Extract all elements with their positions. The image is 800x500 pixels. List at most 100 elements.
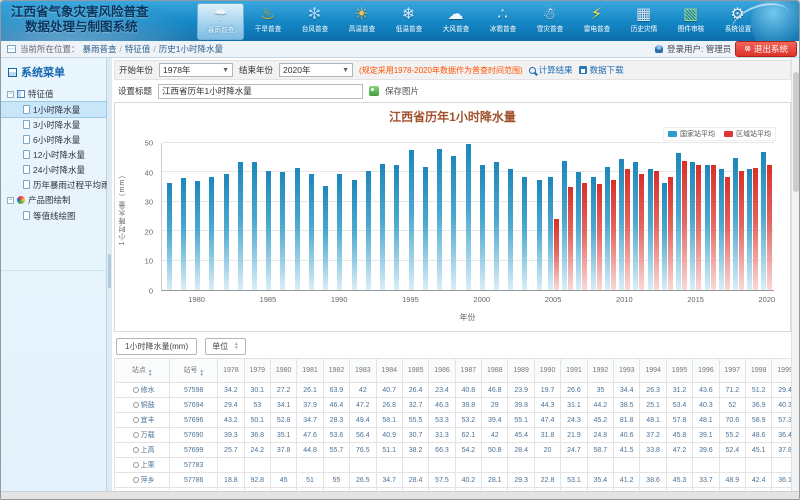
calculate-button[interactable]: 计算结果: [529, 64, 573, 76]
sidebar-item-24h-precipitation[interactable]: 24小时降水量: [1, 162, 106, 177]
bar-group-2015[interactable]: [689, 143, 703, 290]
bar-group-2012[interactable]: [646, 143, 660, 290]
bar-group-1985[interactable]: [262, 143, 276, 290]
bar-group-1986[interactable]: [276, 143, 290, 290]
bar-group-2018[interactable]: [731, 143, 745, 290]
chart-title-input[interactable]: [158, 84, 363, 99]
column-header-year-1983[interactable]: 1983: [350, 359, 376, 383]
bar-group-1992[interactable]: [361, 143, 375, 290]
sidebar-item-1h-precipitation[interactable]: 1小时降水量: [1, 102, 106, 117]
tree-expander-icon[interactable]: −: [7, 91, 14, 98]
download-button[interactable]: 数据下载: [579, 64, 624, 76]
bar-group-2011[interactable]: [632, 143, 646, 290]
column-header-year-1996[interactable]: 1996: [693, 359, 719, 383]
column-header-year-1997[interactable]: 1997: [719, 359, 745, 383]
bar-group-1989[interactable]: [319, 143, 333, 290]
column-header-year-1989[interactable]: 1989: [508, 359, 534, 383]
column-header-year-1991[interactable]: 1991: [561, 359, 587, 383]
column-header-year-1988[interactable]: 1988: [482, 359, 508, 383]
column-header-year-1978[interactable]: 1978: [218, 359, 244, 383]
end-year-select[interactable]: 2020年 ▼: [279, 63, 353, 77]
toolbar-item-low-temp[interactable]: ❄低温普查: [385, 3, 432, 40]
bar-group-1984[interactable]: [247, 143, 261, 290]
table-row-57786[interactable]: 萍乡5778618.892.845515526.534.728.457.540.…: [115, 473, 794, 488]
bar-group-2007[interactable]: [575, 143, 589, 290]
legend-item[interactable]: 国家站平均: [668, 129, 715, 139]
station-radio[interactable]: [133, 387, 139, 393]
bar-group-2002[interactable]: [504, 143, 518, 290]
bar-group-2010[interactable]: [618, 143, 632, 290]
bar-group-1980[interactable]: [190, 143, 204, 290]
toolbar-item-lightning[interactable]: ⚡雷电普查: [573, 3, 620, 40]
bar-group-2001[interactable]: [489, 143, 503, 290]
toolbar-item-high-temp[interactable]: ☀高温普查: [338, 3, 385, 40]
table-row-57694[interactable]: 铜鼓5769429.45334.137.946.447.226.832.746.…: [115, 398, 794, 413]
bar-group-2016[interactable]: [703, 143, 717, 290]
vertical-scrollbar[interactable]: [791, 58, 799, 491]
column-header-year-1992[interactable]: 1992: [587, 359, 613, 383]
logout-button[interactable]: ⊗ 退出系统: [735, 41, 797, 57]
bar-group-2006[interactable]: [561, 143, 575, 290]
sidebar-item-process-average[interactable]: 历年暴雨过程平均雨量: [1, 177, 106, 192]
bar-group-2019[interactable]: [746, 143, 760, 290]
tree-expander-icon[interactable]: −: [7, 197, 14, 204]
column-header-year-1984[interactable]: 1984: [376, 359, 402, 383]
breadcrumb-segment[interactable]: 特征值: [125, 44, 151, 54]
bar-group-2000[interactable]: [475, 143, 489, 290]
bar-group-1997[interactable]: [432, 143, 446, 290]
toolbar-item-drought[interactable]: ♨干旱普查: [244, 3, 291, 40]
bar-group-1982[interactable]: [219, 143, 233, 290]
column-header-year-1986[interactable]: 1986: [429, 359, 455, 383]
column-header-year-1993[interactable]: 1993: [614, 359, 640, 383]
vertical-scrollbar-thumb[interactable]: [793, 72, 799, 192]
toolbar-item-settings[interactable]: ⚙系统设置: [714, 3, 761, 40]
bar-group-1979[interactable]: [176, 143, 190, 290]
table-row-57699[interactable]: 上高5769925.724.237.844.855.776.551.138.26…: [115, 443, 794, 458]
bar-group-1987[interactable]: [290, 143, 304, 290]
bar-group-2020[interactable]: [760, 143, 774, 290]
bar-group-1998[interactable]: [447, 143, 461, 290]
column-header-year-1999[interactable]: 1999: [772, 359, 793, 383]
toolbar-item-snow[interactable]: ☃雪灾普查: [526, 3, 573, 40]
unit-dropdown[interactable]: 单位 ▲▼: [205, 338, 245, 355]
column-header-year-1987[interactable]: 1987: [455, 359, 481, 383]
bar-group-2005[interactable]: [546, 143, 560, 290]
bar-group-2009[interactable]: [603, 143, 617, 290]
sort-arrows-icon[interactable]: ▲▼: [199, 369, 203, 377]
station-radio[interactable]: [133, 477, 139, 483]
station-radio[interactable]: [133, 447, 139, 453]
table-row-57690[interactable]: 万载5769039.336.835.147.653.656.440.930.73…: [115, 428, 794, 443]
bar-group-2014[interactable]: [674, 143, 688, 290]
bar-group-1996[interactable]: [418, 143, 432, 290]
bar-group-1991[interactable]: [347, 143, 361, 290]
bar-group-1978[interactable]: [162, 143, 176, 290]
column-header-station[interactable]: 站点▲▼: [115, 359, 170, 383]
sidebar-group-feature-values[interactable]: −特征值: [1, 86, 106, 102]
table-row-57696[interactable]: 宜丰5769643.250.152.834.728.349.458.155.55…: [115, 413, 794, 428]
station-radio[interactable]: [133, 417, 139, 423]
sidebar-item-3h-precipitation[interactable]: 3小时降水量: [1, 117, 106, 132]
bar-group-1994[interactable]: [390, 143, 404, 290]
bar-group-2008[interactable]: [589, 143, 603, 290]
column-header-station-id[interactable]: 站号▲▼: [170, 359, 218, 383]
column-header-year-1990[interactable]: 1990: [534, 359, 560, 383]
sidebar-item-12h-precipitation[interactable]: 12小时降水量: [1, 147, 106, 162]
toolbar-item-hail[interactable]: ∴冰雹普查: [479, 3, 526, 40]
toolbar-item-map-review[interactable]: ▧图件审核: [667, 3, 714, 40]
station-radio[interactable]: [133, 462, 139, 468]
table-row-57783[interactable]: 上栗57783: [115, 458, 794, 473]
breadcrumb-segment[interactable]: 暴雨普查: [83, 44, 117, 54]
bar-group-2013[interactable]: [660, 143, 674, 290]
table-row-57598[interactable]: 修水5759834.230.127.226.163.94240.726.423.…: [115, 383, 794, 398]
start-year-select[interactable]: 1978年 ▼: [159, 63, 233, 77]
toolbar-item-gale[interactable]: ☁大风普查: [432, 3, 479, 40]
bar-group-1993[interactable]: [376, 143, 390, 290]
toolbar-item-typhoon[interactable]: ✻台风普查: [291, 3, 338, 40]
bar-group-2017[interactable]: [717, 143, 731, 290]
breadcrumb-segment[interactable]: 历史1小时降水量: [159, 44, 223, 54]
sidebar-group-product-drawing[interactable]: −产品图绘制: [1, 192, 106, 208]
station-radio[interactable]: [133, 402, 139, 408]
bar-group-2004[interactable]: [532, 143, 546, 290]
column-header-year-1995[interactable]: 1995: [666, 359, 692, 383]
bar-group-1983[interactable]: [233, 143, 247, 290]
